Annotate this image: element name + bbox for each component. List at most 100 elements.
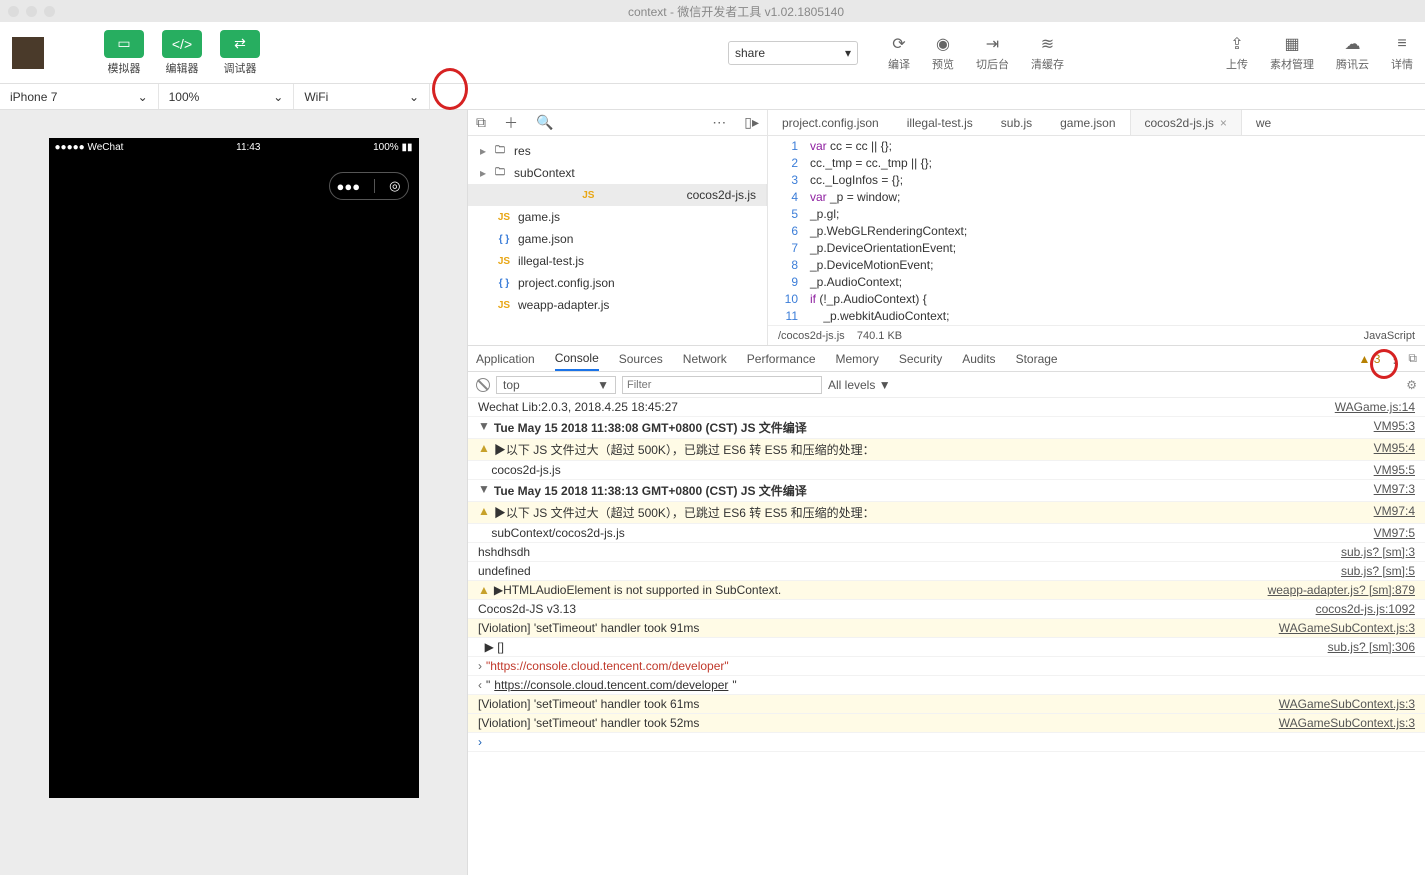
gear-icon[interactable]: ⚙: [1406, 378, 1417, 392]
file-size: 740.1 KB: [857, 330, 902, 342]
file-list: ▸🗀res▸🗀subContextJScocos2d-js.jsJSgame.j…: [468, 136, 767, 345]
background-button[interactable]: ⇥切后台: [976, 33, 1009, 72]
devtools-tab-sources[interactable]: Sources: [619, 346, 663, 371]
console-row[interactable]: ▶ []sub.js? [sm]:306: [468, 638, 1425, 657]
popout-icon[interactable]: ⧉: [1408, 351, 1417, 366]
console-row[interactable]: ▲ ▶HTMLAudioElement is not supported in …: [468, 581, 1425, 600]
debugger-label: 调试器: [224, 60, 257, 76]
file-item-subContext[interactable]: ▸🗀subContext: [468, 162, 767, 184]
tab-illegal-test.js[interactable]: illegal-test.js: [893, 110, 987, 135]
editor-button[interactable]: </>编辑器: [162, 30, 202, 76]
file-item-game.js[interactable]: JSgame.js: [468, 206, 767, 228]
tab-game.json[interactable]: game.json: [1046, 110, 1129, 135]
tab-sub.js[interactable]: sub.js: [987, 110, 1046, 135]
carrier-label: ●●●●● WeChat: [55, 142, 124, 153]
details-button[interactable]: ≡详情: [1391, 33, 1413, 72]
console-row[interactable]: [Violation] 'setTimeout' handler took 91…: [468, 619, 1425, 638]
levels-select[interactable]: All levels ▼: [828, 378, 891, 392]
refresh-icon: ⟳: [892, 33, 905, 55]
minimize-traffic[interactable]: [26, 6, 37, 17]
close-traffic[interactable]: [8, 6, 19, 17]
file-item-illegal-test.js[interactable]: JSillegal-test.js: [468, 250, 767, 272]
devtools-tab-console[interactable]: Console: [555, 346, 599, 371]
debugger-button[interactable]: ⇄调试器: [220, 30, 260, 76]
devtools-tab-memory[interactable]: Memory: [836, 346, 879, 371]
chevron-down-icon: ▼: [597, 378, 609, 392]
tab-cocos2d-js.js[interactable]: cocos2d-js.js ×: [1130, 110, 1242, 135]
asset-mgmt-button[interactable]: ▦素材管理: [1270, 33, 1314, 72]
upload-button[interactable]: ⇪上传: [1226, 33, 1248, 72]
file-item-project.config.json[interactable]: { }project.config.json: [468, 272, 767, 294]
console-row[interactable]: Wechat Lib:2.0.3, 2018.4.25 18:45:27WAGa…: [468, 398, 1425, 417]
context-select[interactable]: top▼: [496, 376, 616, 394]
console-row[interactable]: ‹ "https://console.cloud.tencent.com/dev…: [468, 676, 1425, 695]
console-row[interactable]: ▼ Tue May 15 2018 11:38:08 GMT+0800 (CST…: [468, 417, 1425, 439]
console-row[interactable]: [Violation] 'setTimeout' handler took 61…: [468, 695, 1425, 714]
console-output[interactable]: Wechat Lib:2.0.3, 2018.4.25 18:45:27WAGa…: [468, 398, 1425, 875]
upload-icon: ⇪: [1230, 33, 1243, 55]
tencent-cloud-button[interactable]: ☁腾讯云: [1336, 33, 1369, 72]
phone-statusbar: ●●●●● WeChat 11:43 100% ▮▮: [49, 138, 419, 156]
zoom-traffic[interactable]: [44, 6, 55, 17]
tab-we[interactable]: we: [1242, 110, 1285, 135]
console-row[interactable]: [Violation] 'setTimeout' handler took 52…: [468, 714, 1425, 733]
code-editor[interactable]: 123456789101112 var cc = cc || {};cc._tm…: [768, 136, 1425, 325]
tab-project.config.json[interactable]: project.config.json: [768, 110, 893, 135]
more-icon[interactable]: ●●●: [337, 179, 361, 194]
search-icon[interactable]: 🔍: [536, 114, 553, 131]
console-row[interactable]: › "https://console.cloud.tencent.com/dev…: [468, 657, 1425, 676]
file-item-cocos2d-js.js[interactable]: JScocos2d-js.js: [468, 184, 767, 206]
console-row[interactable]: ▲ ▶以下 JS 文件过大（超过 500K），已跳过 ES6 转 ES5 和压缩…: [468, 439, 1425, 461]
window-title: context - 微信开发者工具 v1.02.1805140: [55, 3, 1417, 20]
file-item-weapp-adapter.js[interactable]: JSweapp-adapter.js: [468, 294, 767, 316]
file-item-res[interactable]: ▸🗀res: [468, 140, 767, 162]
console-row[interactable]: Cocos2d-JS v3.13cocos2d-js.js:1092: [468, 600, 1425, 619]
dock-icon[interactable]: ▯▸: [744, 114, 759, 131]
devtools-tab-performance[interactable]: Performance: [747, 346, 816, 371]
console-row[interactable]: hshdhsdhsub.js? [sm]:3: [468, 543, 1425, 562]
compile-label: 编译: [888, 56, 910, 72]
console-row[interactable]: ▲ ▶以下 JS 文件过大（超过 500K），已跳过 ES6 转 ES5 和压缩…: [468, 502, 1425, 524]
chevron-down-icon: ⌄: [409, 90, 419, 104]
target-icon[interactable]: ◎: [389, 178, 400, 194]
devtools-tab-network[interactable]: Network: [683, 346, 727, 371]
preview-label: 预览: [932, 56, 954, 72]
file-lang: JavaScript: [1364, 330, 1415, 342]
network-select[interactable]: WiFi⌄: [294, 84, 430, 109]
user-avatar[interactable]: [12, 37, 44, 69]
kebab-icon[interactable]: ⋮: [1388, 352, 1400, 366]
console-row[interactable]: cocos2d-js.jsVM95:5: [468, 461, 1425, 480]
compile-button[interactable]: ⟳编译: [888, 33, 910, 72]
console-row[interactable]: ▼ Tue May 15 2018 11:38:13 GMT+0800 (CST…: [468, 480, 1425, 502]
devtools-tab-audits[interactable]: Audits: [962, 346, 995, 371]
simulator-pane: ●●●●● WeChat 11:43 100% ▮▮ ●●● ◎: [0, 110, 468, 875]
devtools-tab-application[interactable]: Application: [476, 346, 535, 371]
preview-button[interactable]: ◉预览: [932, 33, 954, 72]
popout-icon[interactable]: ⧉: [476, 114, 486, 131]
compile-mode-select[interactable]: share▾: [728, 41, 858, 65]
zoom-select[interactable]: 100%⌄: [159, 84, 295, 109]
editor-label: 编辑器: [166, 60, 199, 76]
phone-preview[interactable]: ●●●●● WeChat 11:43 100% ▮▮ ●●● ◎: [49, 138, 419, 798]
file-toolbar: ⧉ ＋ 🔍 ⋯ ▯▸: [468, 110, 767, 136]
filter-input[interactable]: [622, 376, 822, 394]
more-icon[interactable]: ⋯: [712, 114, 726, 131]
clear-console-icon[interactable]: [476, 378, 490, 392]
main-toolbar: ▭模拟器 </>编辑器 ⇄调试器 share▾ ⟳编译 ◉预览 ⇥切后台 ≋清缓…: [0, 22, 1425, 84]
device-select[interactable]: iPhone 7⌄: [0, 84, 159, 109]
console-row[interactable]: ›: [468, 733, 1425, 752]
devtools-tab-storage[interactable]: Storage: [1016, 346, 1058, 371]
plus-icon[interactable]: ＋: [504, 113, 518, 133]
subbar: iPhone 7⌄ 100%⌄ WiFi⌄: [0, 84, 1425, 110]
chevron-down-icon: ⌄: [138, 90, 148, 104]
clear-cache-button[interactable]: ≋清缓存: [1031, 33, 1064, 72]
file-item-game.json[interactable]: { }game.json: [468, 228, 767, 250]
asset-mgmt-label: 素材管理: [1270, 56, 1314, 72]
simulator-button[interactable]: ▭模拟器: [104, 30, 144, 76]
warning-count[interactable]: ▲ 3: [1359, 352, 1381, 366]
wechat-capsule[interactable]: ●●● ◎: [329, 172, 409, 200]
console-row[interactable]: undefinedsub.js? [sm]:5: [468, 562, 1425, 581]
file-explorer: ⧉ ＋ 🔍 ⋯ ▯▸ ▸🗀res▸🗀subContextJScocos2d-js…: [468, 110, 768, 345]
devtools-tab-security[interactable]: Security: [899, 346, 942, 371]
console-row[interactable]: subContext/cocos2d-js.jsVM97:5: [468, 524, 1425, 543]
